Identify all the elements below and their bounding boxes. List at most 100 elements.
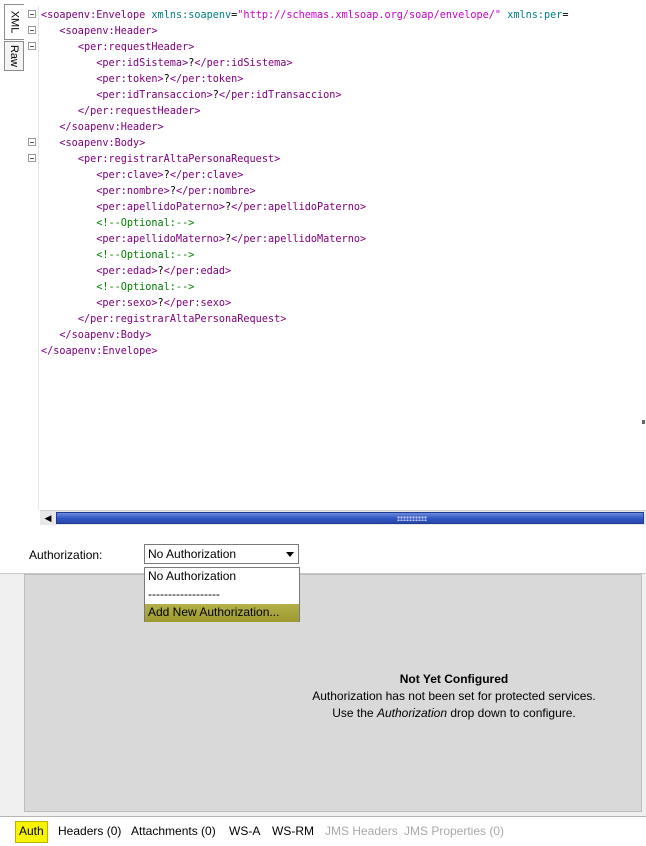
authorization-select[interactable]: No Authorization xyxy=(144,544,299,564)
code-token: <per:registrarAltaPersonaRequest> xyxy=(77,154,281,165)
code-line: </soapenv:Envelope> xyxy=(41,344,641,360)
xml-editor[interactable]: XML Raw <soapenv:Envelope xmlns:soapenv =… xyxy=(0,0,646,529)
code-token: <soapenv:Header> xyxy=(59,26,158,37)
code-line: <per:clave>?</per:clave> xyxy=(41,168,641,184)
code-token: <per:apellidoPaterno> xyxy=(96,202,226,213)
arrow-left-icon[interactable]: ◀ xyxy=(42,513,54,524)
bottom-tab-bar: Auth Headers (0) Attachments (0) WS-A WS… xyxy=(0,816,646,846)
code-token: </per:idSistema> xyxy=(194,58,293,69)
option-no-authorization[interactable]: No Authorization xyxy=(145,568,299,586)
gutter-divider xyxy=(38,6,39,510)
code-line: <per:edad>?</per:edad> xyxy=(41,264,641,280)
code-token: </per:token> xyxy=(169,74,244,85)
panel-line-1: Authorization has not been set for prote… xyxy=(312,689,596,703)
tab-auth[interactable]: Auth xyxy=(15,821,48,843)
code-token: </soapenv:Body> xyxy=(59,330,152,341)
code-token: <per:clave> xyxy=(96,170,164,181)
authorization-label: Authorization: xyxy=(29,548,103,562)
code-line: <!--Optional:--> xyxy=(41,216,641,232)
code-line: <per:apellidoPaterno>?</per:apellidoPate… xyxy=(41,200,641,216)
tab-ws-a[interactable]: WS-A xyxy=(229,821,260,841)
code-token: <!--Optional:--> xyxy=(96,218,195,229)
not-configured-message: Not Yet Configured Authorization has not… xyxy=(145,671,646,722)
scroll-thumb[interactable] xyxy=(56,512,644,524)
tab-ws-rm[interactable]: WS-RM xyxy=(272,821,314,841)
fold-toggle-icon[interactable] xyxy=(28,26,36,34)
horizontal-scrollbar[interactable]: ◀ xyxy=(40,510,646,525)
tab-headers[interactable]: Headers (0) xyxy=(58,821,121,841)
code-token: </per:apellidoMaterno> xyxy=(231,234,367,245)
code-line: <!--Optional:--> xyxy=(41,280,641,296)
code-token: "http://schemas.xmlsoap.org/soap/envelop… xyxy=(237,10,502,21)
code-token: = xyxy=(562,10,569,21)
code-token: </per:clave> xyxy=(169,170,244,181)
code-token: </soapenv:Header> xyxy=(59,122,164,133)
tab-jms-properties: JMS Properties (0) xyxy=(404,824,505,838)
code-token: <per:token> xyxy=(96,74,164,85)
code-line: <soapenv:Body> xyxy=(41,136,641,152)
code-token: </per:idTransaccion> xyxy=(218,90,342,101)
authorization-dropdown-list: No Authorization ------------------ Add … xyxy=(144,567,300,622)
grip-icon xyxy=(397,516,427,521)
code-line: <per:registrarAltaPersonaRequest> xyxy=(41,152,641,168)
code-token: <soapenv:Envelope xyxy=(41,10,146,21)
code-line: </per:requestHeader> xyxy=(41,104,641,120)
code-token: <per:idTransaccion> xyxy=(96,90,213,101)
code-line: <!--Optional:--> xyxy=(41,248,641,264)
chevron-down-icon[interactable] xyxy=(286,552,294,557)
code-token: <per:requestHeader> xyxy=(77,42,195,53)
code-token: <per:apellidoMaterno> xyxy=(96,234,226,245)
panel-line-2: Use the Authorization drop down to confi… xyxy=(332,706,576,720)
code-line: </per:registrarAltaPersonaRequest> xyxy=(41,312,641,328)
code-token: <per:edad> xyxy=(96,266,158,277)
code-token: <soapenv:Body> xyxy=(59,138,146,149)
selected-value: No Authorization xyxy=(148,547,237,561)
authorization-bar: Authorization: xyxy=(0,528,646,574)
code-token: </per:apellidoPaterno> xyxy=(231,202,367,213)
code-token: <per:nombre> xyxy=(96,186,170,197)
code-line: <per:idTransaccion>?</per:idTransaccion> xyxy=(41,88,641,104)
tab-jms-headers: JMS Headers xyxy=(325,824,398,838)
code-token: </per:nombre> xyxy=(175,186,256,197)
code-token: <per:idSistema> xyxy=(96,58,189,69)
code-token: xmlns:per xyxy=(507,10,563,21)
code-line: <per:sexo>?</per:sexo> xyxy=(41,296,641,312)
code-line: <per:requestHeader> xyxy=(41,40,641,56)
tab-attachments[interactable]: Attachments (0) xyxy=(131,821,216,841)
code-line: <soapenv:Header> xyxy=(41,24,641,40)
fold-toggle-icon[interactable] xyxy=(28,138,36,146)
tab-raw[interactable]: Raw xyxy=(4,41,24,71)
code-line: </soapenv:Body> xyxy=(41,328,641,344)
code-token: </per:registrarAltaPersonaRequest> xyxy=(77,314,287,325)
code-line: <soapenv:Envelope xmlns:soapenv = "http://… xyxy=(41,8,641,24)
code-token: </soapenv:Envelope> xyxy=(41,346,158,357)
code-line: <per:nombre>?</per:nombre> xyxy=(41,184,641,200)
option-add-new-authorization[interactable]: Add New Authorization... xyxy=(145,604,299,622)
option-separator: ------------------ xyxy=(148,587,220,601)
code-line: <per:token>?</per:token> xyxy=(41,72,641,88)
scroll-marker xyxy=(642,420,645,424)
code-token: xmlns:soapenv xyxy=(151,10,232,21)
code-token: </per:edad> xyxy=(163,266,232,277)
code-area[interactable]: <soapenv:Envelope xmlns:soapenv = "http://… xyxy=(41,8,641,508)
fold-toggle-icon[interactable] xyxy=(28,154,36,162)
fold-toggle-icon[interactable] xyxy=(28,42,36,50)
tab-xml[interactable]: XML xyxy=(4,4,24,40)
code-line: </soapenv:Header> xyxy=(41,120,641,136)
code-token: </per:requestHeader> xyxy=(77,106,201,117)
panel-title: Not Yet Configured xyxy=(399,672,509,686)
fold-toggle-icon[interactable] xyxy=(28,10,36,18)
